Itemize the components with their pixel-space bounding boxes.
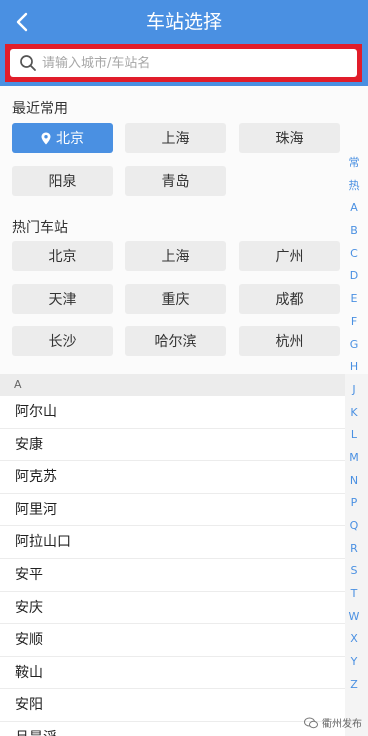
index-letter[interactable]: R	[343, 538, 365, 561]
hot-chip[interactable]: 重庆	[125, 284, 226, 314]
hot-chip[interactable]: 长沙	[12, 326, 113, 356]
station-row[interactable]: 安阳	[0, 689, 345, 722]
index-letter[interactable]: Z	[343, 674, 365, 697]
index-letter[interactable]: S	[343, 560, 365, 583]
station-row[interactable]: 阿拉山口	[0, 526, 345, 559]
list-section-header: A	[0, 374, 345, 396]
search-highlight-frame	[5, 44, 362, 82]
hot-chip[interactable]: 哈尔滨	[125, 326, 226, 356]
hot-chip[interactable]: 北京	[12, 241, 113, 271]
station-row[interactable]: 阿尔山	[0, 396, 345, 429]
index-letter[interactable]: 常	[343, 152, 365, 175]
index-letter[interactable]: Y	[343, 651, 365, 674]
station-row[interactable]: 阿里河	[0, 493, 345, 527]
hot-chip[interactable]: 广州	[239, 241, 340, 271]
station-row[interactable]: 安庆	[0, 591, 345, 625]
page-title: 车站选择	[145, 11, 222, 33]
index-letter[interactable]: P	[343, 492, 365, 515]
index-letter[interactable]: F	[343, 311, 365, 334]
index-letter[interactable]: H	[343, 356, 365, 379]
station-row[interactable]: 安平	[0, 558, 345, 592]
index-letter[interactable]: N	[343, 470, 365, 493]
index-letter[interactable]: E	[343, 288, 365, 311]
station-row[interactable]: 阿克苏	[0, 461, 345, 494]
hot-chip[interactable]: 成都	[239, 284, 340, 314]
quick-select-panel: 最近常用 北京 上海 珠海 阳泉 青岛 热门车站 北京 上海 广州 天津 重庆 …	[0, 86, 368, 374]
alphabet-index-bar[interactable]: 常热ABCDEFGHJKLMNPQRSTWXYZ	[343, 152, 365, 697]
wechat-icon	[304, 717, 318, 729]
index-letter[interactable]: L	[343, 424, 365, 447]
watermark-text: 衢州发布	[322, 719, 362, 730]
station-list: 阿尔山安康阿克苏阿里河阿拉山口安平安庆安顺鞍山安阳旦是淫	[0, 396, 345, 736]
search-input[interactable]	[42, 55, 322, 71]
index-letter[interactable]: C	[343, 243, 365, 266]
hot-chip[interactable]: 杭州	[239, 326, 340, 356]
station-row[interactable]: 安康	[0, 428, 345, 462]
index-letter[interactable]: D	[343, 265, 365, 288]
index-letter[interactable]: T	[343, 583, 365, 606]
recent-chip[interactable]: 阳泉	[12, 166, 113, 196]
hot-chip[interactable]: 上海	[125, 241, 226, 271]
index-letter[interactable]: W	[343, 606, 365, 629]
hot-chip[interactable]: 天津	[12, 284, 113, 314]
top-bar: 车站选择	[0, 0, 368, 86]
index-letter[interactable]: J	[343, 379, 365, 402]
hot-section-title: 热门车站	[12, 220, 68, 236]
index-letter[interactable]: K	[343, 402, 365, 425]
index-letter[interactable]: M	[343, 447, 365, 470]
watermark: 衢州发布	[304, 715, 362, 730]
index-letter[interactable]: X	[343, 628, 365, 651]
station-row[interactable]: 安顺	[0, 624, 345, 657]
recent-chip[interactable]: 珠海	[239, 123, 340, 153]
search-icon	[14, 49, 42, 77]
station-row[interactable]: 旦是淫	[0, 721, 345, 736]
station-row[interactable]: 鞍山	[0, 656, 345, 690]
location-pin-icon	[41, 132, 51, 145]
index-letter[interactable]: G	[343, 334, 365, 357]
search-box[interactable]	[10, 49, 357, 77]
recent-chip[interactable]: 青岛	[125, 166, 226, 196]
recent-section-title: 最近常用	[12, 101, 68, 117]
index-letter[interactable]: Q	[343, 515, 365, 538]
index-letter[interactable]: B	[343, 220, 365, 243]
recent-chip-label: 北京	[56, 131, 84, 147]
recent-chip[interactable]: 北京	[12, 123, 113, 153]
index-letter[interactable]: 热	[343, 175, 365, 198]
recent-chip[interactable]: 上海	[125, 123, 226, 153]
index-letter[interactable]: A	[343, 197, 365, 220]
